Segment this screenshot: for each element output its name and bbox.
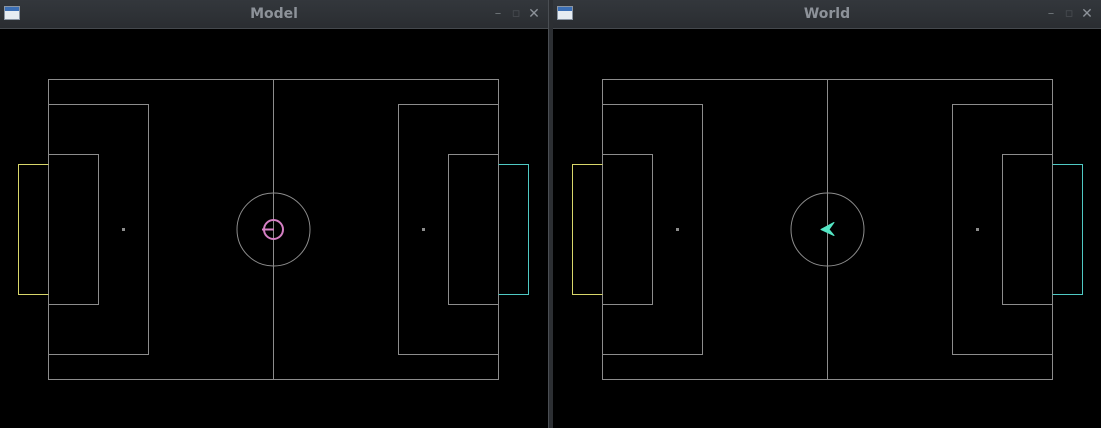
right-penalty-spot — [422, 228, 425, 231]
left-goal-area — [602, 154, 653, 305]
left-goal — [572, 164, 603, 295]
world-titlebar[interactable]: World – ▫ ✕ — [553, 0, 1101, 29]
left-penalty-spot — [676, 228, 679, 231]
soccer-field[interactable] — [553, 29, 1101, 428]
maximize-icon[interactable]: ▫ — [508, 4, 524, 24]
right-goal — [1052, 164, 1083, 295]
soccer-field[interactable] — [0, 29, 548, 428]
world-window: World – ▫ ✕ — [553, 0, 1101, 428]
left-goal — [18, 164, 49, 295]
right-goal-area — [448, 154, 499, 305]
close-icon[interactable]: ✕ — [526, 4, 542, 24]
left-penalty-spot — [122, 228, 125, 231]
minimize-icon[interactable]: – — [1043, 4, 1059, 24]
right-goal — [498, 164, 529, 295]
window-title: Model — [250, 6, 298, 22]
model-titlebar[interactable]: Model – ▫ ✕ — [0, 0, 548, 29]
minimize-icon[interactable]: – — [490, 4, 506, 24]
right-penalty-spot — [976, 228, 979, 231]
left-goal-area — [48, 154, 99, 305]
close-icon[interactable]: ✕ — [1079, 4, 1095, 24]
window-title: World — [803, 6, 851, 22]
maximize-icon[interactable]: ▫ — [1061, 4, 1077, 24]
model-window: Model – ▫ ✕ — [0, 0, 548, 428]
ball-marker[interactable] — [262, 219, 284, 240]
right-goal-area — [1002, 154, 1053, 305]
